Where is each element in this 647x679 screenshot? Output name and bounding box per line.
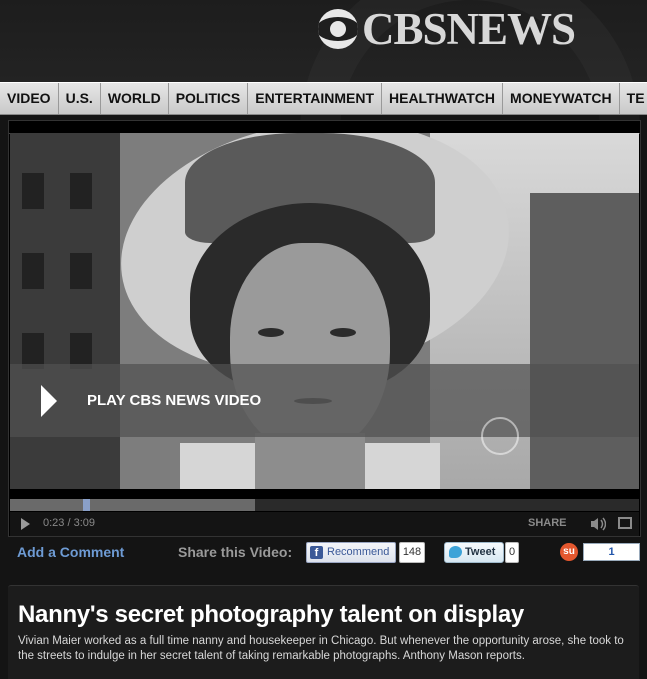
video-subject-neck <box>255 433 365 489</box>
play-video-overlay[interactable]: PLAY CBS NEWS VIDEO <box>10 364 639 437</box>
twitter-bird-icon <box>449 546 462 558</box>
article-headline: Nanny's secret photography talent on dis… <box>18 601 524 628</box>
cbs-news-logo[interactable]: CBSNEWS <box>318 4 576 54</box>
nav-item-moneywatch[interactable]: MONEYWATCH <box>503 83 620 114</box>
time-display: 0:23 / 3:09 <box>43 517 95 529</box>
progress-handle[interactable] <box>83 499 90 511</box>
play-icon[interactable] <box>41 385 57 417</box>
article-summary-text: Vivian Maier worked as a full time nanny… <box>18 635 624 662</box>
article-summary: Nanny's secret photography talent on dis… <box>8 585 639 679</box>
progress-bar[interactable] <box>10 499 639 511</box>
nav-item-us[interactable]: U.S. <box>59 83 101 114</box>
share-button[interactable]: SHARE <box>528 517 567 529</box>
video-subject-eye-left <box>258 328 284 337</box>
nav-item-entertainment[interactable]: ENTERTAINMENT <box>248 83 382 114</box>
site-header: CBSNEWS <box>0 0 647 82</box>
stumbleupon-icon[interactable]: su <box>560 543 578 561</box>
share-video-label: Share this Video: <box>178 544 293 560</box>
player-controls: 0:23 / 3:09 SHARE <box>10 512 639 536</box>
nav-item-world[interactable]: WORLD <box>101 83 169 114</box>
facebook-recommend-button[interactable]: f Recommend <box>306 542 396 563</box>
nav-item-healthwatch[interactable]: HEALTHWATCH <box>382 83 504 114</box>
social-bar: Add a Comment Share this Video: f Recomm… <box>8 537 640 567</box>
stumbleupon-count: 1 <box>583 543 640 561</box>
cbs-eye-icon <box>318 9 358 49</box>
video-subject-eye-right <box>330 328 356 337</box>
cbs-eye-watermark-icon <box>481 417 519 455</box>
nav-item-video[interactable]: VIDEO <box>0 83 59 114</box>
volume-icon[interactable] <box>590 517 606 531</box>
nav-item-truncated[interactable]: TE <box>620 83 647 114</box>
add-comment-link[interactable]: Add a Comment <box>17 544 124 560</box>
logo-text: CBSNEWS <box>362 4 576 54</box>
main-nav: VIDEO U.S. WORLD POLITICS ENTERTAINMENT … <box>0 82 647 115</box>
play-video-label[interactable]: PLAY CBS NEWS VIDEO <box>87 392 261 409</box>
progress-loaded <box>10 499 255 511</box>
fullscreen-icon[interactable] <box>618 517 632 529</box>
nav-item-politics[interactable]: POLITICS <box>169 83 249 114</box>
control-play-icon[interactable] <box>21 518 30 530</box>
tweet-button[interactable]: Tweet <box>444 542 504 563</box>
video-player: PLAY CBS NEWS VIDEO 0:23 / 3:09 SHARE <box>8 120 641 537</box>
facebook-count: 148 <box>399 542 425 563</box>
facebook-recommend-label: Recommend <box>327 546 390 558</box>
video-bg-building-right <box>530 193 639 489</box>
tweet-label: Tweet <box>465 546 496 558</box>
facebook-icon: f <box>310 546 323 559</box>
tweet-count: 0 <box>505 542 519 563</box>
